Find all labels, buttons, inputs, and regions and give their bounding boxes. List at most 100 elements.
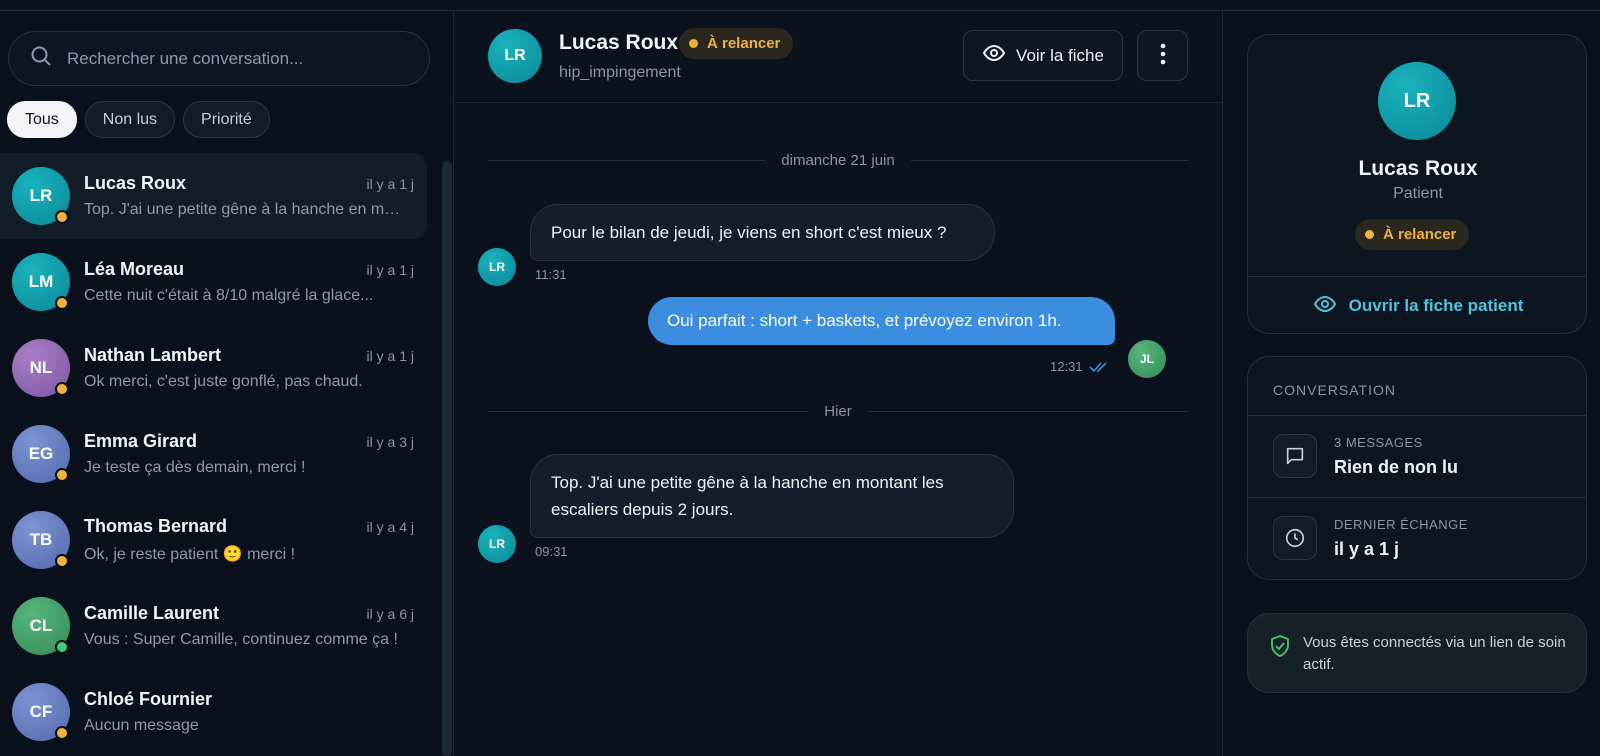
card-title: CONVERSATION bbox=[1273, 382, 1396, 398]
avatar-initials: LR bbox=[1403, 89, 1431, 112]
conversation-time: il y a 6 j bbox=[366, 606, 414, 622]
conversation-name: Léa Moreau bbox=[84, 259, 185, 279]
avatar-initials: LR bbox=[29, 186, 53, 205]
status-dot bbox=[1365, 230, 1374, 239]
date-divider: dimanche 21 juin bbox=[488, 150, 1189, 170]
message-bubble-incoming: Top. J'ai une petite gêne à la hanche en… bbox=[530, 454, 1014, 538]
sender-avatar: LR bbox=[478, 525, 516, 563]
status-dot bbox=[55, 726, 69, 740]
conversation-time: il y a 1 j bbox=[366, 176, 414, 192]
conversation-list: LR Lucas Roux il y a 1 j Top. J'ai une p… bbox=[0, 153, 428, 756]
message-bubble-incoming: Pour le bilan de jeudi, je viens en shor… bbox=[530, 204, 995, 261]
conversation-item-nathan-lambert[interactable]: NL Nathan Lambert il y a 1 j Ok merci, c… bbox=[0, 325, 428, 411]
scrollbar-thumb[interactable] bbox=[442, 161, 452, 756]
status-label: À relancer bbox=[707, 35, 781, 52]
conversation-item-lea-moreau[interactable]: LM Léa Moreau il y a 1 j Cette nuit c'ét… bbox=[0, 239, 428, 325]
conversation-name: Camille Laurent bbox=[84, 603, 220, 623]
conversation-item-emma-girard[interactable]: EG Emma Girard il y a 3 j Je teste ça dè… bbox=[0, 411, 428, 497]
avatar: CF bbox=[12, 683, 70, 741]
avatar: TB bbox=[12, 511, 70, 569]
more-options-button[interactable] bbox=[1137, 30, 1188, 81]
view-file-label: Voir la fiche bbox=[1016, 45, 1104, 65]
conversation-item-lucas-roux[interactable]: LR Lucas Roux il y a 1 j Top. J'ai une p… bbox=[0, 153, 427, 239]
secure-link-text: Vous êtes connectés via un lien de soin … bbox=[1303, 634, 1566, 673]
avatar-initials: NL bbox=[29, 358, 53, 377]
last-exchange-value: il y a 1 j bbox=[1334, 539, 1400, 559]
status-dot bbox=[55, 640, 69, 654]
message-time: 11:31 bbox=[535, 267, 567, 282]
conversation-name: Thomas Bernard bbox=[84, 516, 228, 536]
search-icon bbox=[29, 44, 53, 73]
profile-card: LR Lucas Roux Patient À relancer Ouvrir … bbox=[1247, 34, 1587, 334]
conversation-info-card: CONVERSATION 3 MESSAGES Rien de non lu D… bbox=[1247, 356, 1587, 580]
conversation-item-camille-laurent[interactable]: CL Camille Laurent il y a 6 j Vous : Sup… bbox=[0, 583, 428, 669]
conversation-preview: Vous : Super Camille, continuez comme ça… bbox=[84, 631, 398, 648]
conversation-preview: Je teste ça dès demain, merci ! bbox=[84, 459, 306, 476]
status-dot bbox=[55, 382, 69, 396]
avatar: NL bbox=[12, 339, 70, 397]
conversation-item-chloe-fournier[interactable]: CF Chloé Fournier Aucun message bbox=[0, 669, 428, 755]
conversation-preview: Top. J'ai une petite gêne à la hanche en… bbox=[84, 201, 404, 218]
double-check-icon bbox=[1089, 360, 1109, 379]
avatar: LM bbox=[12, 253, 70, 311]
status-dot bbox=[55, 210, 69, 224]
sender-avatar: JL bbox=[1128, 340, 1166, 378]
conversation-preview: Cette nuit c'était à 8/10 malgré la glac… bbox=[84, 287, 374, 304]
contact-details-panel: LR Lucas Roux Patient À relancer Ouvrir … bbox=[1224, 11, 1600, 756]
chat-panel: LR Lucas Roux À relancer hip_impingement… bbox=[455, 11, 1223, 756]
conversation-preview: Ok merci, c'est juste gonflé, pas chaud. bbox=[84, 373, 363, 390]
contact-subtitle: hip_impingement bbox=[559, 64, 681, 81]
conversation-name: Emma Girard bbox=[84, 431, 198, 451]
conversation-item-thomas-bernard[interactable]: TB Thomas Bernard il y a 4 j Ok, je rest… bbox=[0, 497, 428, 583]
conversation-time: il y a 3 j bbox=[366, 434, 414, 450]
open-patient-file-link[interactable]: Ouvrir la fiche patient bbox=[1248, 277, 1586, 333]
status-dot bbox=[55, 468, 69, 482]
contact-name: Lucas Roux bbox=[559, 31, 679, 54]
conversation-name: Lucas Roux bbox=[84, 173, 187, 193]
message-square-icon bbox=[1273, 434, 1317, 478]
profile-avatar: LR bbox=[1378, 62, 1456, 140]
status-dot bbox=[55, 296, 69, 310]
profile-role: Patient bbox=[1393, 185, 1443, 202]
eye-icon bbox=[982, 41, 1006, 70]
contact-avatar: LR bbox=[488, 29, 542, 83]
conversation-time: il y a 1 j bbox=[366, 348, 414, 364]
avatar: EG bbox=[12, 425, 70, 483]
avatar-initials: EG bbox=[28, 444, 54, 463]
filter-unread[interactable]: Non lus bbox=[84, 101, 176, 138]
search-box[interactable] bbox=[8, 31, 430, 86]
sender-avatar: LR bbox=[478, 248, 516, 286]
status-badge: À relancer bbox=[1355, 219, 1470, 250]
avatar-initials: CF bbox=[29, 702, 53, 721]
status-dot bbox=[689, 39, 698, 48]
conversation-preview: Aucun message bbox=[84, 717, 199, 734]
avatar: CL bbox=[12, 597, 70, 655]
status-label: À relancer bbox=[1383, 226, 1457, 243]
clock-icon bbox=[1273, 516, 1317, 560]
view-file-button[interactable]: Voir la fiche bbox=[963, 30, 1123, 81]
eye-icon bbox=[1313, 292, 1337, 321]
message-bubble-outgoing: Oui parfait : short + baskets, et prévoy… bbox=[648, 297, 1115, 345]
filter-all[interactable]: Tous bbox=[7, 101, 77, 138]
message-time: 09:31 bbox=[535, 544, 568, 559]
conversation-time: il y a 1 j bbox=[366, 262, 414, 278]
last-exchange-label: DERNIER ÉCHANGE bbox=[1334, 517, 1468, 532]
conversation-name: Chloé Fournier bbox=[84, 689, 213, 709]
avatar: LR bbox=[12, 167, 70, 225]
status-dot bbox=[55, 554, 69, 568]
top-bar bbox=[0, 0, 1600, 11]
avatar-initials: CL bbox=[29, 616, 53, 635]
date-divider: Hier bbox=[488, 401, 1189, 421]
conversation-time: il y a 4 j bbox=[366, 519, 414, 535]
conversation-preview: Ok, je reste patient 🙂 merci ! bbox=[84, 546, 296, 563]
status-badge: À relancer bbox=[679, 28, 794, 59]
filter-priority[interactable]: Priorité bbox=[183, 101, 270, 138]
search-input[interactable] bbox=[67, 48, 397, 69]
secure-link-notice: Vous êtes connectés via un lien de soin … bbox=[1247, 613, 1587, 693]
conversation-name: Nathan Lambert bbox=[84, 345, 222, 365]
more-vertical-icon bbox=[1160, 43, 1166, 68]
avatar-initials: TB bbox=[29, 530, 53, 549]
conversation-sidebar: Tous Non lus Priorité LR Lucas Roux il y… bbox=[0, 11, 454, 756]
profile-name: Lucas Roux bbox=[1358, 157, 1478, 180]
message-time: 12:31 bbox=[1050, 359, 1083, 374]
